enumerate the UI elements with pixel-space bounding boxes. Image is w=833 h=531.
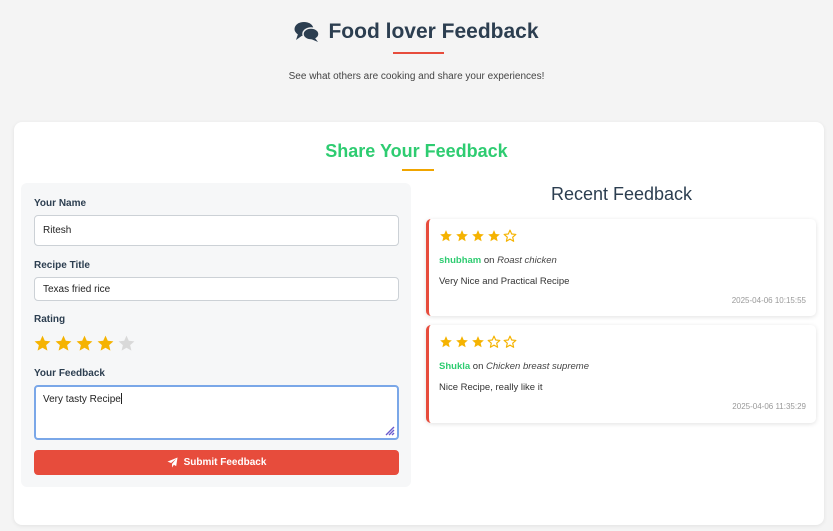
- feedback-rating-stars: [439, 229, 517, 243]
- star-empty-icon[interactable]: [117, 334, 136, 353]
- feedback-timestamp: 2025-04-06 11:35:29: [732, 402, 806, 411]
- recipe-title-label: Recipe Title: [34, 260, 90, 271]
- feedback-user: shubham: [439, 255, 482, 266]
- star-empty-icon: [487, 335, 501, 348]
- page-subtitle: See what others are cooking and share yo…: [288, 71, 545, 82]
- star-empty-icon: [503, 229, 517, 242]
- feedback-textarea-value: Very tasty Recipe: [43, 394, 121, 405]
- recent-feedback-title: Recent Feedback: [550, 184, 693, 204]
- feedback-textarea[interactable]: Very tasty Recipe: [34, 385, 399, 440]
- feedback-on-text: on: [483, 255, 495, 266]
- star-filled-icon: [456, 230, 468, 242]
- feedback-meta: Shukla on Chicken breast supreme: [439, 361, 589, 372]
- feedback-recipe: Roast chicken: [497, 255, 557, 266]
- star-empty-icon: [503, 335, 517, 348]
- recipe-title-value: Texas fried rice: [43, 283, 111, 295]
- feedback-user: Shukla: [439, 361, 471, 372]
- text-caret: [120, 393, 122, 404]
- feedback-timestamp: 2025-04-06 10:15:55: [731, 296, 806, 305]
- name-input-value: Ritesh: [43, 225, 72, 236]
- feedback-meta: shubham on Roast chicken: [439, 255, 557, 266]
- title-row: Food lover Feedback: [0, 20, 833, 44]
- title-underline: [393, 52, 444, 54]
- star-filled-icon[interactable]: [33, 334, 52, 353]
- submit-feedback-button[interactable]: Submit Feedback: [34, 450, 399, 475]
- comments-icon: [294, 22, 321, 42]
- recipe-title-input[interactable]: Texas fried rice: [34, 277, 399, 301]
- share-title-underline: [402, 169, 434, 171]
- submit-button-label: Submit Feedback: [183, 457, 267, 468]
- feedback-label: Your Feedback: [34, 368, 105, 379]
- star-filled-icon: [488, 230, 500, 242]
- resize-grip-icon[interactable]: [385, 426, 395, 436]
- star-filled-icon[interactable]: [96, 334, 115, 353]
- star-filled-icon: [472, 336, 484, 348]
- page-title: Food lover Feedback: [328, 20, 539, 43]
- star-filled-icon: [440, 336, 452, 348]
- feedback-rating-stars: [439, 335, 517, 349]
- name-label: Your Name: [34, 198, 87, 209]
- rating-stars[interactable]: [33, 334, 136, 353]
- star-filled-icon: [440, 230, 452, 242]
- star-filled-icon[interactable]: [75, 334, 94, 353]
- rating-label: Rating: [34, 314, 66, 325]
- star-filled-icon: [456, 336, 468, 348]
- feedback-card: shubham on Roast chicken Very Nice and P…: [426, 219, 816, 316]
- feedback-card: Shukla on Chicken breast supreme Nice Re…: [426, 325, 816, 423]
- star-filled-icon: [472, 230, 484, 242]
- feedback-on-text: on: [472, 361, 484, 372]
- star-filled-icon[interactable]: [54, 334, 73, 353]
- feedback-recipe: Chicken breast supreme: [486, 361, 589, 372]
- name-input[interactable]: Ritesh: [34, 215, 399, 246]
- feedback-text: Very Nice and Practical Recipe: [439, 276, 570, 287]
- paper-plane-icon: [167, 457, 178, 468]
- feedback-text: Nice Recipe, really like it: [439, 382, 543, 393]
- share-feedback-title: Share Your Feedback: [325, 141, 508, 161]
